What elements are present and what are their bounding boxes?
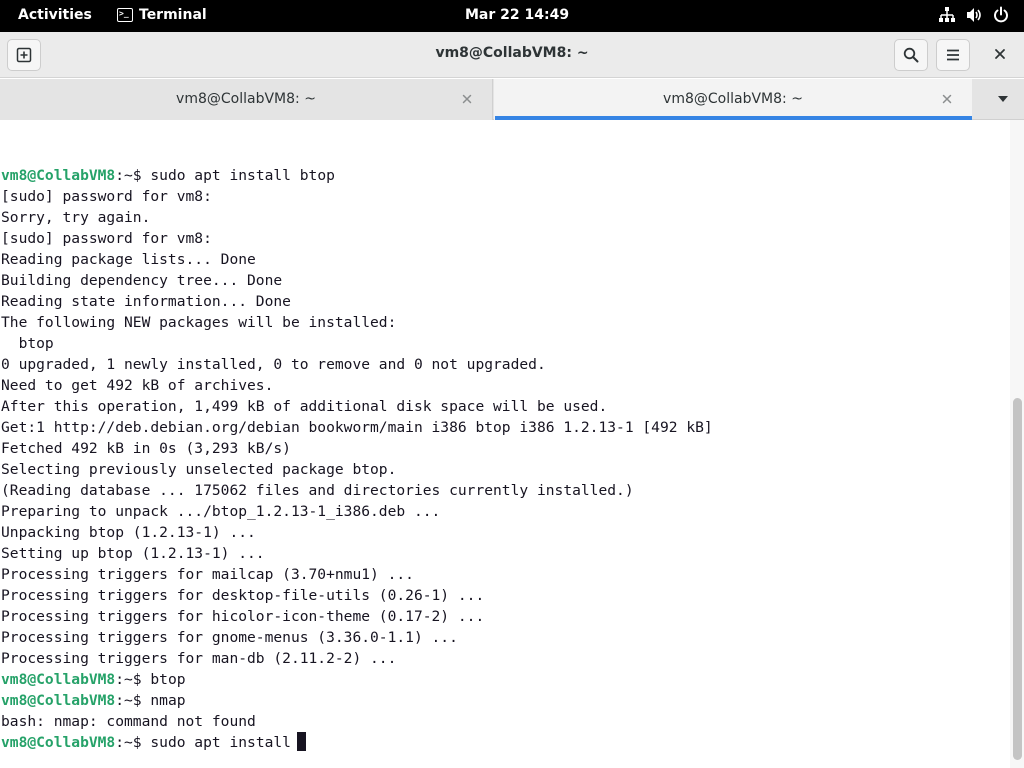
output-text: [sudo] password for vm8:: [1, 188, 212, 205]
output-text: Selecting previously unselected package …: [1, 461, 397, 478]
output-text: Reading package lists... Done: [1, 251, 256, 268]
terminal-line: [sudo] password for vm8:: [1, 228, 713, 249]
output-text: 0 upgraded, 1 newly installed, 0 to remo…: [1, 356, 546, 373]
command-text: :~$ nmap: [115, 692, 186, 709]
network-icon[interactable]: [938, 6, 956, 24]
command-text: :~$ sudo apt install: [115, 734, 291, 751]
output-text: Setting up btop (1.2.13-1) ...: [1, 545, 265, 562]
terminal-line: Fetched 492 kB in 0s (3,293 kB/s): [1, 438, 713, 459]
terminal-line: 0 upgraded, 1 newly installed, 0 to remo…: [1, 354, 713, 375]
output-text: Get:1 http://deb.debian.org/debian bookw…: [1, 419, 713, 436]
output-text: Processing triggers for hicolor-icon-the…: [1, 608, 485, 625]
terminal-line: Setting up btop (1.2.13-1) ...: [1, 543, 713, 564]
terminal-line: vm8@CollabVM8:~$ sudo apt install: [1, 732, 713, 753]
search-button[interactable]: [894, 39, 928, 71]
hamburger-menu-icon: [947, 49, 959, 61]
gnome-top-bar: Activities >_ Terminal Mar 22 14:49: [0, 0, 1024, 32]
activities-button[interactable]: Activities: [18, 7, 92, 23]
window-title: vm8@CollabVM8: ~: [435, 45, 589, 61]
terminal-line: Reading package lists... Done: [1, 249, 713, 270]
terminal-line: After this operation, 1,499 kB of additi…: [1, 396, 713, 417]
clock[interactable]: Mar 22 14:49: [465, 7, 569, 23]
output-text: Processing triggers for mailcap (3.70+nm…: [1, 566, 414, 583]
app-menu-terminal[interactable]: >_ Terminal: [117, 7, 207, 23]
terminal-line: Get:1 http://deb.debian.org/debian bookw…: [1, 417, 713, 438]
output-text: After this operation, 1,499 kB of additi…: [1, 398, 608, 415]
terminal-line: Processing triggers for man-db (2.11.2-2…: [1, 648, 713, 669]
text-cursor: [296, 732, 306, 751]
terminal-line: Need to get 492 kB of archives.: [1, 375, 713, 396]
terminal-line: Preparing to unpack .../btop_1.2.13-1_i3…: [1, 501, 713, 522]
output-text: Fetched 492 kB in 0s (3,293 kB/s): [1, 440, 291, 457]
power-icon[interactable]: [992, 6, 1010, 24]
tab-2-active[interactable]: vm8@CollabVM8: ~: [494, 79, 972, 120]
output-text: Processing triggers for desktop-file-uti…: [1, 587, 485, 604]
terminal-line: Processing triggers for desktop-file-uti…: [1, 585, 713, 606]
system-tray[interactable]: [938, 6, 1010, 24]
prompt-user-host: vm8@CollabVM8: [1, 692, 116, 709]
output-text: Need to get 492 kB of archives.: [1, 377, 274, 394]
terminal-line: Reading state information... Done: [1, 291, 713, 312]
output-text: Processing triggers for gnome-menus (3.3…: [1, 629, 458, 646]
output-text: Reading state information... Done: [1, 293, 291, 310]
terminal-icon: >_: [117, 8, 133, 22]
prompt-user-host: vm8@CollabVM8: [1, 167, 116, 184]
terminal-line: Processing triggers for mailcap (3.70+nm…: [1, 564, 713, 585]
tab-1[interactable]: vm8@CollabVM8: ~: [0, 79, 493, 120]
prompt-user-host: vm8@CollabVM8: [1, 671, 116, 688]
tab-bar: vm8@CollabVM8: ~ vm8@CollabVM8: ~: [0, 79, 1024, 120]
terminal-line: Processing triggers for hicolor-icon-the…: [1, 606, 713, 627]
tab-close-icon[interactable]: [460, 92, 474, 106]
terminal-line: vm8@CollabVM8:~$ btop: [1, 669, 713, 690]
command-text: :~$ btop: [115, 671, 186, 688]
output-text: btop: [1, 335, 54, 352]
app-name: Terminal: [139, 7, 207, 23]
output-text: Unpacking btop (1.2.13-1) ...: [1, 524, 256, 541]
terminal-line: btop: [1, 333, 713, 354]
terminal-view[interactable]: vm8@CollabVM8:~$ sudo apt install btop [s…: [0, 120, 1010, 768]
terminal-line: Selecting previously unselected package …: [1, 459, 713, 480]
output-text: [sudo] password for vm8:: [1, 230, 212, 247]
terminal-line: Processing triggers for gnome-menus (3.3…: [1, 627, 713, 648]
terminal-line: bash: nmap: command not found: [1, 711, 713, 732]
tab-close-icon[interactable]: [940, 92, 954, 106]
scrollbar-thumb[interactable]: [1013, 398, 1022, 760]
close-icon: [995, 49, 1005, 59]
terminal-line: vm8@CollabVM8:~$ sudo apt install btop: [1, 165, 713, 186]
output-text: Preparing to unpack .../btop_1.2.13-1_i3…: [1, 503, 441, 520]
tab-list-dropdown-icon[interactable]: [996, 93, 1010, 105]
output-text: Building dependency tree... Done: [1, 272, 283, 289]
terminal-line: vm8@CollabVM8:~$ nmap: [1, 690, 713, 711]
output-text: Sorry, try again.: [1, 209, 151, 226]
terminal-line: [sudo] password for vm8:: [1, 186, 713, 207]
volume-icon[interactable]: [965, 6, 983, 24]
terminal-output: vm8@CollabVM8:~$ sudo apt install btop [s…: [1, 165, 713, 753]
terminal-line: Sorry, try again.: [1, 207, 713, 228]
terminal-header-bar: vm8@CollabVM8: ~: [0, 32, 1024, 78]
window-close-button[interactable]: [990, 44, 1010, 64]
tab-label: vm8@CollabVM8: ~: [663, 91, 803, 107]
output-text: Processing triggers for man-db (2.11.2-2…: [1, 650, 397, 667]
search-icon: [903, 47, 919, 63]
output-text: The following NEW packages will be insta…: [1, 314, 397, 331]
terminal-line: Unpacking btop (1.2.13-1) ...: [1, 522, 713, 543]
output-text: bash: nmap: command not found: [1, 713, 256, 730]
output-text: (Reading database ... 175062 files and d…: [1, 482, 634, 499]
main-menu-button[interactable]: [936, 39, 970, 71]
terminal-line: (Reading database ... 175062 files and d…: [1, 480, 713, 501]
command-text: :~$ sudo apt install btop: [115, 167, 335, 184]
tab-label: vm8@CollabVM8: ~: [176, 91, 316, 107]
prompt-user-host: vm8@CollabVM8: [1, 734, 116, 751]
terminal-line: The following NEW packages will be insta…: [1, 312, 713, 333]
terminal-line: Building dependency tree... Done: [1, 270, 713, 291]
